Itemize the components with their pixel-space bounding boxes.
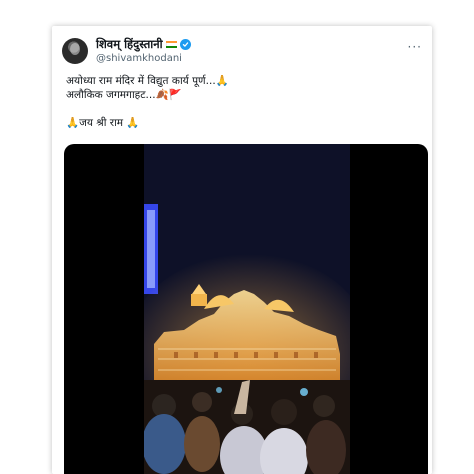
tweet-header: शिवम् हिंदुस्तानी @shivamkhodani ··· [62, 36, 424, 66]
tweet-video[interactable] [64, 144, 428, 474]
tweet-text-line: अयोध्या राम मंदिर में विद्युत कार्य पूर्… [66, 75, 229, 87]
tweet-text-blank-line [66, 102, 422, 116]
video-frame[interactable] [144, 144, 350, 474]
author-handle[interactable]: @shivamkhodani [96, 53, 191, 64]
temple-illumination-scene [144, 144, 350, 474]
avatar[interactable] [62, 38, 88, 64]
tweet-text-line: अलौकिक जगमगाहट...🍂🚩 [66, 89, 182, 101]
more-options-icon[interactable]: ··· [408, 40, 422, 54]
tweet-text-line: 🙏जय श्री राम 🙏 [66, 117, 140, 129]
tweet-text: अयोध्या राम मंदिर में विद्युत कार्य पूर्… [66, 74, 422, 130]
crowd-silhouettes [144, 380, 350, 474]
tweet-card: शिवम् हिंदुस्तानी @shivamkhodani ··· अयो… [52, 26, 432, 474]
verified-badge-icon [179, 39, 191, 50]
author-info: शिवम् हिंदुस्तानी @shivamkhodani [96, 37, 191, 64]
india-flag-icon [165, 40, 177, 49]
author-display-name[interactable]: शिवम् हिंदुस्तानी [96, 37, 163, 52]
